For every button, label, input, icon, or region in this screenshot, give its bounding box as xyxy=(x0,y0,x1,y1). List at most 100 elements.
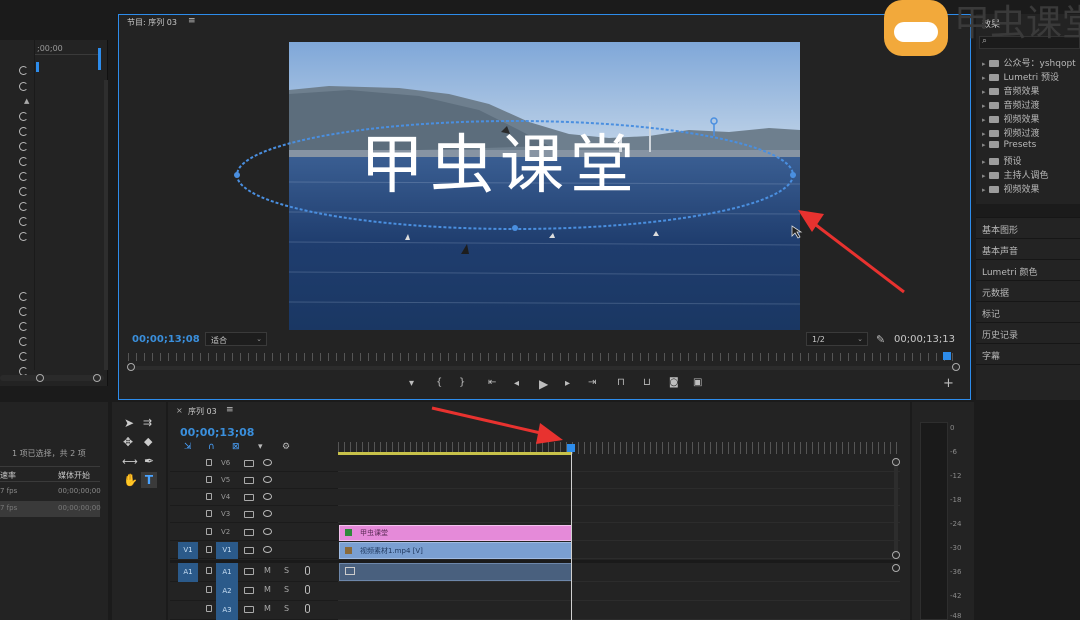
panel-tab-captions[interactable]: 字幕 xyxy=(976,343,1080,364)
scroll-handle-icon[interactable] xyxy=(892,551,900,559)
eye-icon[interactable] xyxy=(263,546,272,553)
step-back-icon[interactable]: ◂ xyxy=(514,378,519,389)
track-select-tool-icon[interactable]: ⇉ xyxy=(143,416,152,429)
lock-icon[interactable] xyxy=(206,476,212,483)
track-header-v1[interactable]: V1 V1 xyxy=(170,542,338,559)
track-target-a3[interactable]: A3 xyxy=(216,601,238,620)
panel-tab-metadata[interactable]: 元数据 xyxy=(976,280,1080,301)
timeline-timecode[interactable]: 00;00;13;08 xyxy=(180,426,254,439)
track-target-a2[interactable]: A2 xyxy=(216,582,238,601)
add-marker-icon[interactable]: ▾ xyxy=(409,378,414,389)
scroll-handle-icon[interactable] xyxy=(892,458,900,466)
mini-scroll-thumb[interactable] xyxy=(98,48,101,70)
linked-selection-icon[interactable]: ⊠ xyxy=(232,442,240,452)
panel-tab-essential-sound[interactable]: 基本声音 xyxy=(976,238,1080,259)
scroll-handle-icon[interactable] xyxy=(93,374,101,382)
go-to-in-icon[interactable]: ⇤ xyxy=(488,377,496,388)
title-text-overlay[interactable]: 甲虫课堂 xyxy=(360,134,640,198)
source-patch-a1[interactable]: A1 xyxy=(178,563,198,582)
video-clip[interactable]: 视频素材1.mp4 [V] xyxy=(339,542,572,559)
reset-icon[interactable] xyxy=(19,307,28,316)
eye-icon[interactable] xyxy=(263,528,272,535)
list-item-selected[interactable]: 7 fps 00;00;00;00 xyxy=(0,501,101,517)
effects-folder-item[interactable]: ▸ Presets xyxy=(982,140,1036,150)
lock-icon[interactable] xyxy=(206,605,212,612)
ripple-edit-tool-icon[interactable]: ✥ xyxy=(123,435,133,449)
lift-icon[interactable]: ⊓ xyxy=(617,377,625,388)
panel-tab-history[interactable]: 历史记录 xyxy=(976,322,1080,343)
track-lane-a3[interactable] xyxy=(338,601,900,620)
reset-icon[interactable] xyxy=(19,172,28,181)
mute-button[interactable]: M xyxy=(264,604,271,613)
panel-tab-markers[interactable]: 标记 xyxy=(976,301,1080,322)
effects-folder-item[interactable]: ▸ 公众号：yshqopt xyxy=(982,56,1076,69)
lock-icon[interactable] xyxy=(206,567,212,574)
lock-icon[interactable] xyxy=(206,546,212,553)
monitor-playhead[interactable] xyxy=(943,352,951,360)
eye-icon[interactable] xyxy=(263,510,272,517)
eye-icon[interactable] xyxy=(263,459,272,466)
track-lane-v4[interactable] xyxy=(338,489,900,506)
wrench-icon[interactable]: ✎ xyxy=(876,333,885,346)
tab-menu-icon[interactable]: ≡ xyxy=(226,405,234,415)
monitor-zoom-bar[interactable] xyxy=(128,366,958,370)
zoom-handle-icon[interactable] xyxy=(952,363,960,371)
mic-icon[interactable] xyxy=(305,585,310,594)
effects-folder-item[interactable]: ▸ 视频效果 xyxy=(982,182,1040,195)
close-tab-icon[interactable]: × xyxy=(176,406,183,415)
audio-track-icon[interactable] xyxy=(244,568,254,575)
track-header-a1[interactable]: A1 A1 M S xyxy=(170,563,338,582)
track-lane-v5[interactable] xyxy=(338,472,900,489)
column-media-start[interactable]: 媒体开始 xyxy=(58,470,90,481)
audio-clip[interactable] xyxy=(339,563,572,581)
reset-icon[interactable] xyxy=(19,292,28,301)
add-marker-icon[interactable]: ▾ xyxy=(258,442,263,452)
reset-icon[interactable] xyxy=(19,322,28,331)
video-track-scrollbar[interactable] xyxy=(894,458,898,554)
timeline-playhead-head[interactable] xyxy=(567,444,575,452)
reset-icon[interactable] xyxy=(19,112,28,121)
type-tool-icon[interactable]: T xyxy=(141,472,157,488)
eye-icon[interactable] xyxy=(263,476,272,483)
go-to-out-icon[interactable]: ⇥ xyxy=(588,377,596,388)
audio-track-icon[interactable] xyxy=(244,606,254,613)
monitor-time-ruler[interactable] xyxy=(128,353,954,361)
effects-folder-item[interactable]: ▸ 预设 xyxy=(982,154,1022,167)
film-icon[interactable] xyxy=(244,494,254,501)
mic-icon[interactable] xyxy=(305,604,310,613)
horizontal-scrollbar[interactable] xyxy=(0,375,104,381)
track-target-a1[interactable]: A1 xyxy=(216,563,238,582)
effects-folder-item[interactable]: ▸ Lumetri 预设 xyxy=(982,70,1059,83)
track-header-v4[interactable]: V4 xyxy=(170,489,338,506)
reset-icon[interactable] xyxy=(19,352,28,361)
step-forward-icon[interactable]: ▸ xyxy=(565,378,570,389)
timeline-playhead-line[interactable] xyxy=(571,452,572,620)
scroll-handle-icon[interactable] xyxy=(36,374,44,382)
track-header-v2[interactable]: V2 xyxy=(170,524,338,541)
track-header-a3[interactable]: A3 M S xyxy=(170,601,338,620)
slip-tool-icon[interactable]: ⟷ xyxy=(122,455,138,468)
effects-folder-item[interactable]: ▸ 音频过渡 xyxy=(982,98,1040,111)
track-header-v3[interactable]: V3 xyxy=(170,506,338,523)
solo-button[interactable]: S xyxy=(284,585,289,594)
track-lane-v6[interactable] xyxy=(338,455,900,472)
reset-icon[interactable] xyxy=(19,337,28,346)
fit-dropdown[interactable]: 适合 ⌄ xyxy=(205,332,267,346)
eye-icon[interactable] xyxy=(263,493,272,500)
reset-icon[interactable] xyxy=(19,187,28,196)
track-header-v5[interactable]: V5 xyxy=(170,472,338,489)
program-timecode[interactable]: 00;00;13;08 xyxy=(132,334,200,345)
selection-tool-icon[interactable]: ➤ xyxy=(124,416,134,430)
mini-playhead[interactable] xyxy=(36,62,39,72)
track-header-a2[interactable]: A2 M S xyxy=(170,582,338,601)
film-icon[interactable] xyxy=(244,460,254,467)
mute-button[interactable]: M xyxy=(264,585,271,594)
mute-button[interactable]: M xyxy=(264,566,271,575)
audio-track-icon[interactable] xyxy=(244,587,254,594)
track-lane-a2[interactable] xyxy=(338,582,900,601)
reset-icon[interactable] xyxy=(19,142,28,151)
reset-icon[interactable] xyxy=(19,232,28,241)
effects-folder-item[interactable]: ▸ 视频效果 xyxy=(982,112,1040,125)
track-header-v6[interactable]: V6 xyxy=(170,455,338,472)
razor-tool-icon[interactable]: ◆ xyxy=(144,435,152,448)
